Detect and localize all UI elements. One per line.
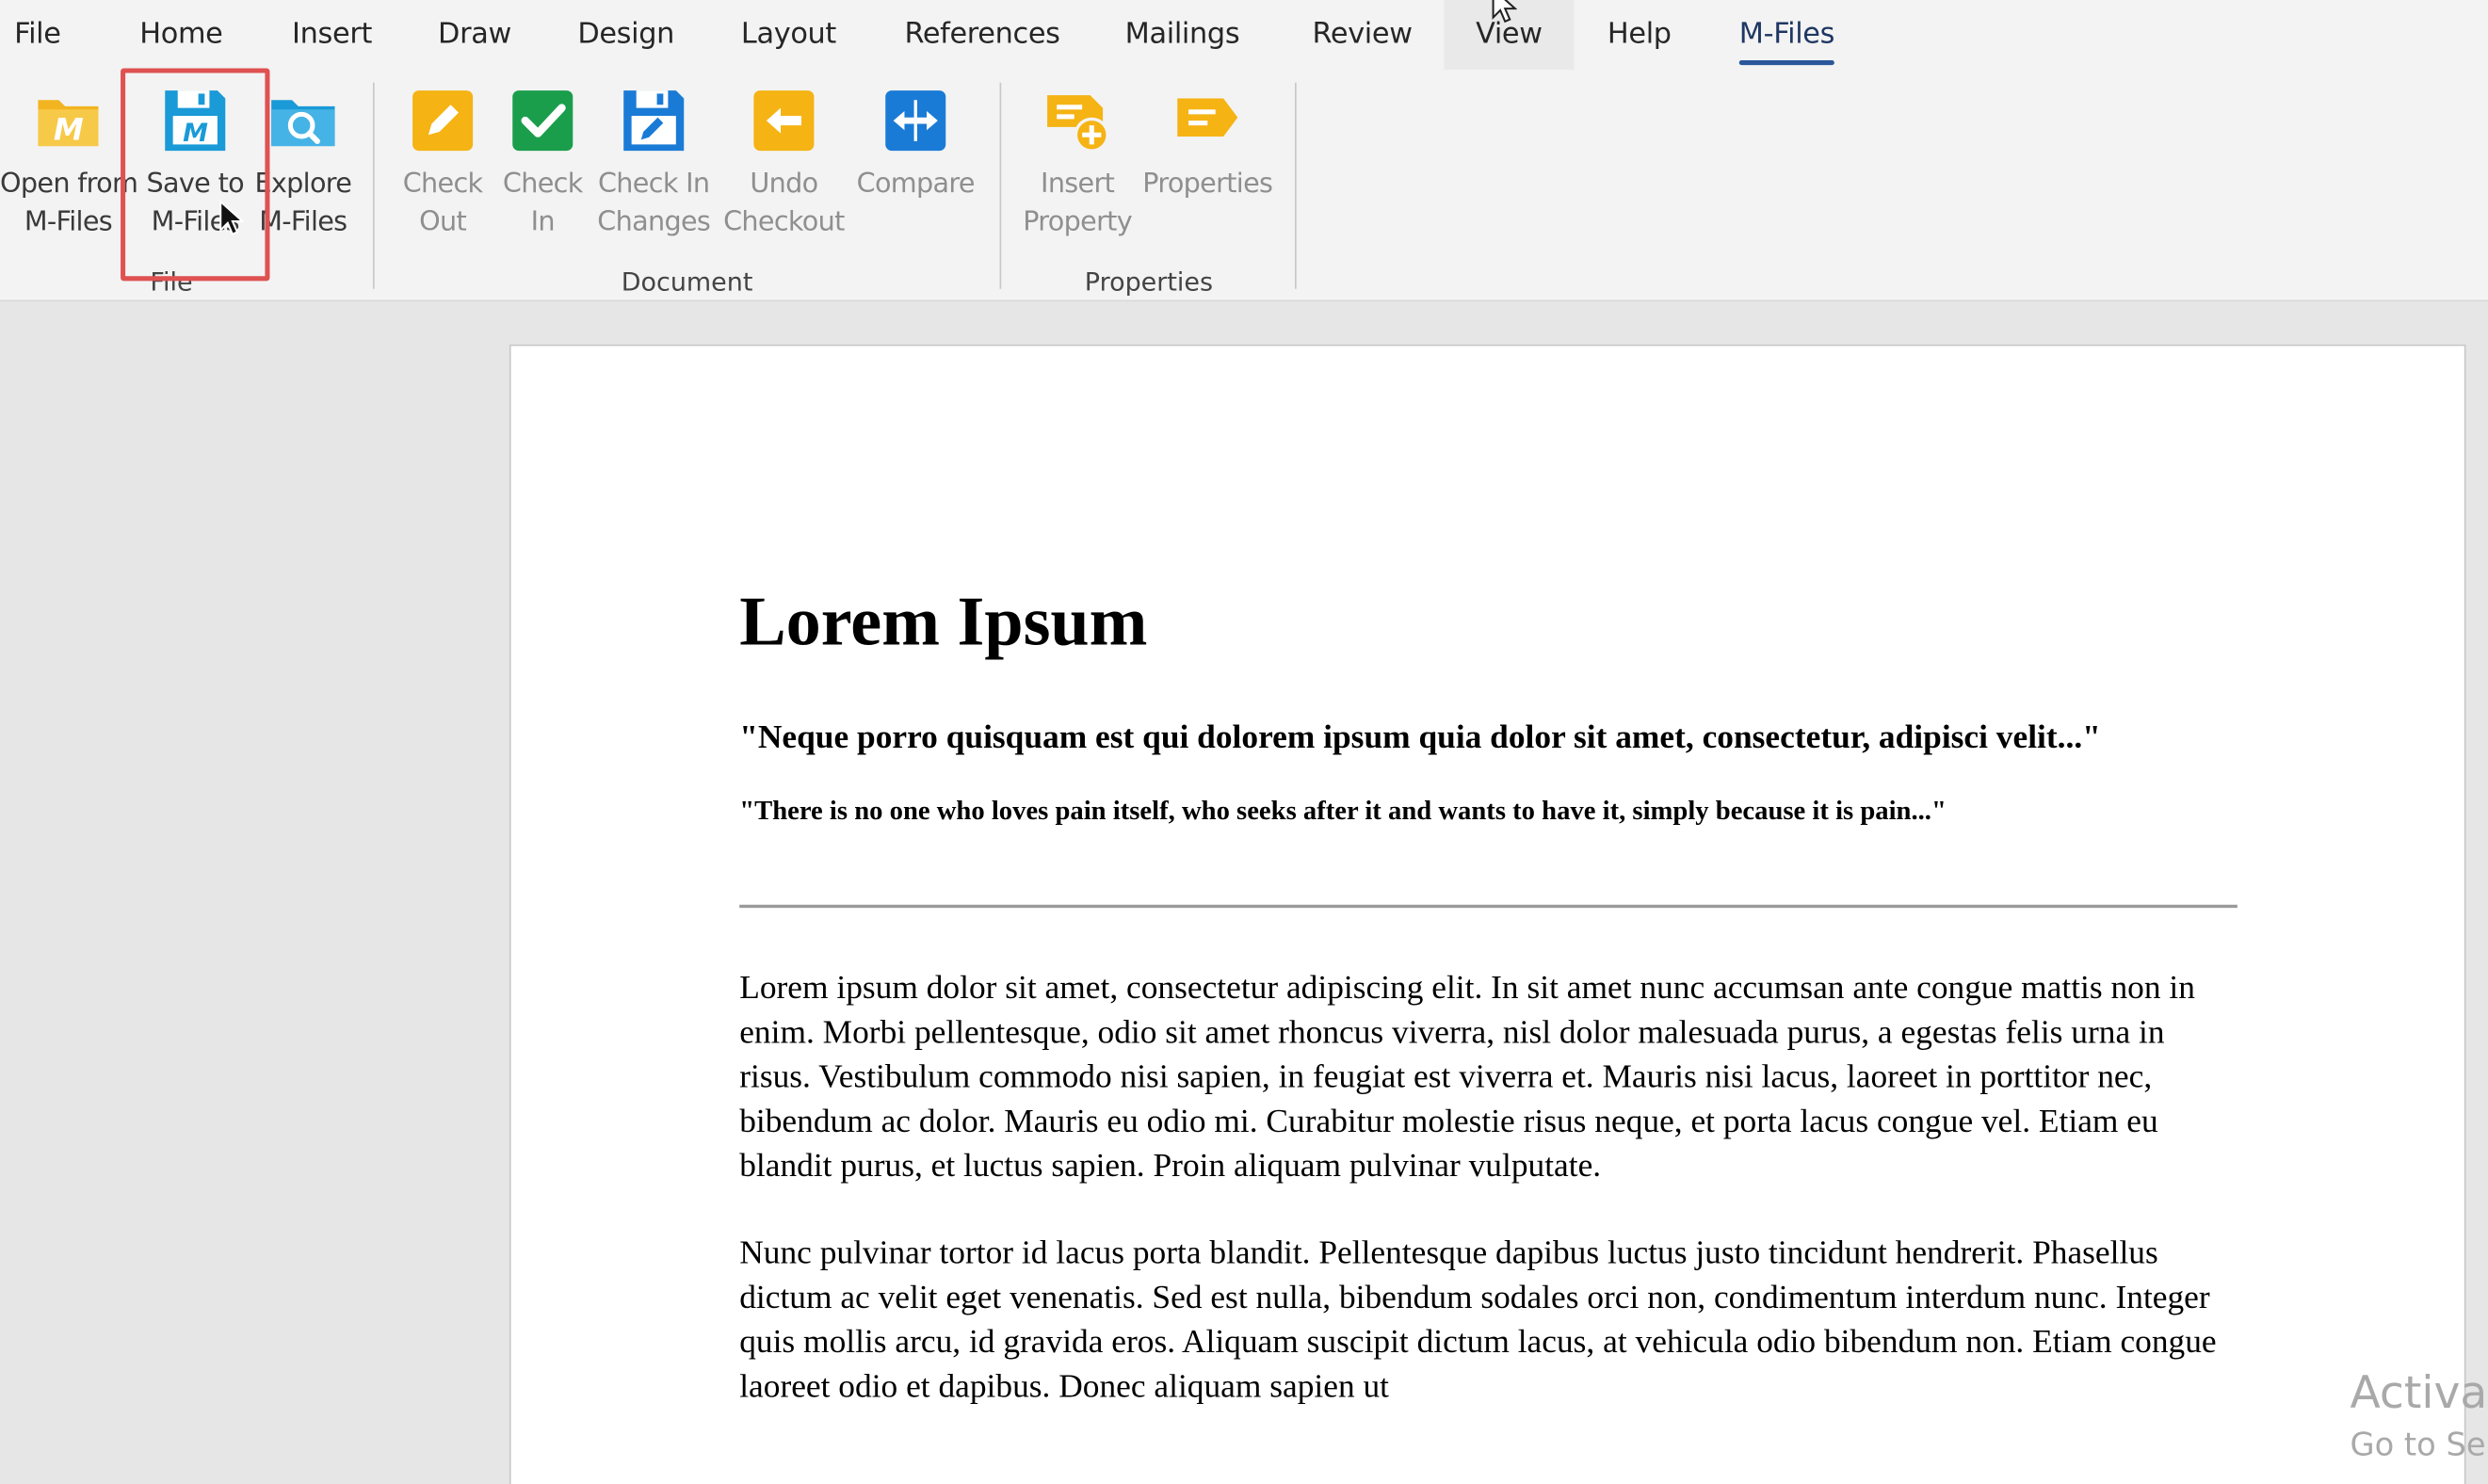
quote-latin: "Neque porro quisquam est qui dolorem ip… <box>739 717 2101 756</box>
document-title: Lorem Ipsum <box>739 582 1148 661</box>
properties-line1: Properties <box>1142 168 1273 201</box>
open-from-m-files-line1: Open from <box>0 168 138 201</box>
tab-m-files[interactable]: M-Files <box>1738 0 1834 70</box>
paragraph: Nunc pulvinar tortor id lacus porta blan… <box>739 1233 2217 1405</box>
open-from-m-files-button[interactable]: M Open from M-Files <box>0 86 138 241</box>
tab-help[interactable]: Help <box>1608 0 1672 70</box>
group-separator <box>1294 82 1297 289</box>
check-in-changes-button[interactable]: Check In Changes <box>593 86 714 241</box>
group-separator <box>999 82 1002 289</box>
undo-checkout-button[interactable]: Undo Checkout <box>718 86 851 241</box>
tab-design[interactable]: Design <box>577 0 674 70</box>
tab-home[interactable]: Home <box>139 0 223 70</box>
group-label-document: Document <box>621 266 753 298</box>
watermark-line1: Activat <box>2350 1366 2488 1419</box>
insert-property-line1: Insert <box>1041 168 1115 201</box>
check-in-line1: Check <box>502 168 583 201</box>
activation-watermark: Activat Go to Se <box>2350 1365 2488 1467</box>
tab-insert[interactable]: Insert <box>292 0 372 70</box>
explore-magnifier-icon <box>268 86 338 155</box>
check-out-button[interactable]: Check Out <box>391 86 495 241</box>
tab-mailings[interactable]: Mailings <box>1125 0 1240 70</box>
undo-checkout-line2: Checkout <box>723 206 845 238</box>
open-from-m-files-line2: M-Files <box>24 206 113 238</box>
undo-checkout-line1: Undo <box>750 168 818 201</box>
check-out-line1: Check <box>402 168 483 201</box>
folder-m-icon: M <box>33 86 103 155</box>
undo-arrow-icon <box>749 86 818 155</box>
tab-layout[interactable]: Layout <box>741 0 836 70</box>
ribbon-tab-bar: File Home Insert Draw Design Layout Refe… <box>0 0 2488 71</box>
checkmark-icon <box>508 86 577 155</box>
document-canvas[interactable]: Lorem Ipsum "Neque porro quisquam est qu… <box>0 302 2488 1484</box>
pencil-icon <box>408 86 477 155</box>
quote-english: "There is no one who loves pain itself, … <box>739 795 1947 826</box>
insert-property-line2: Property <box>1023 206 1133 238</box>
compare-icon <box>880 86 950 155</box>
compare-line1: Compare <box>856 168 976 201</box>
check-in-changes-line2: Changes <box>597 206 711 238</box>
insert-property-button[interactable]: Insert Property <box>1015 86 1139 241</box>
svg-text:M: M <box>54 111 84 147</box>
watermark-line2: Go to Se <box>2350 1425 2486 1464</box>
properties-button[interactable]: Properties <box>1139 86 1276 203</box>
mouse-cursor-icon <box>219 200 245 235</box>
check-in-button[interactable]: Check In <box>495 86 590 241</box>
compare-button[interactable]: Compare <box>854 86 977 203</box>
insert-property-icon <box>1042 86 1112 155</box>
mouse-cursor-icon <box>1492 0 1517 24</box>
check-in-line2: In <box>530 206 556 238</box>
check-out-line2: Out <box>419 206 467 238</box>
check-in-changes-line1: Check In <box>597 168 710 201</box>
group-separator <box>372 82 375 289</box>
paragraph: Lorem ipsum dolor sit amet, consectetur … <box>739 968 2195 1185</box>
tab-references[interactable]: References <box>904 0 1060 70</box>
horizontal-rule <box>739 904 2238 909</box>
document-body[interactable]: Lorem Ipsum "Neque porro quisquam est qu… <box>739 578 2238 1451</box>
ribbon-panel: M Open from M-Files M Save to M-Files Ex… <box>0 70 2488 302</box>
save-pencil-icon <box>619 86 688 155</box>
group-label-properties: Properties <box>1084 266 1214 298</box>
properties-icon <box>1172 86 1242 155</box>
save-button-highlight <box>121 68 270 282</box>
tab-review[interactable]: Review <box>1312 0 1413 70</box>
tab-draw[interactable]: Draw <box>438 0 511 70</box>
word-window: File Home Insert Draw Design Layout Refe… <box>0 0 2488 1484</box>
document-page[interactable]: Lorem Ipsum "Neque porro quisquam est qu… <box>509 344 2466 1484</box>
tab-file[interactable]: File <box>14 0 61 70</box>
